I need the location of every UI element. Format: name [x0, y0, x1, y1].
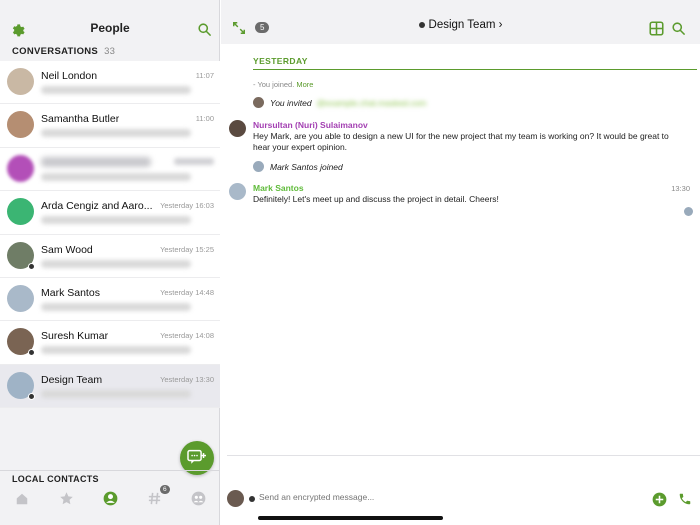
conversation-row[interactable]: Suresh Kumar Yesterday 14:08: [0, 321, 220, 365]
encryption-dot-icon: [418, 21, 425, 28]
message-time: 13:30: [671, 184, 690, 193]
system-joined-message: - You joined. More: [253, 80, 313, 89]
presence-dot-icon: [28, 262, 35, 270]
home-indicator[interactable]: [258, 516, 443, 520]
presence-dot-icon: [28, 349, 35, 357]
phone-icon[interactable]: [677, 491, 693, 507]
conversation-name: Mark Santos: [41, 286, 100, 299]
people-title: People: [90, 21, 130, 35]
tab-favorites[interactable]: [44, 486, 88, 516]
chevron-right-icon: ›: [498, 19, 503, 31]
conversation-row[interactable]: Samantha Butler 11:00: [0, 104, 220, 148]
message-sender[interactable]: Mark Santos: [253, 183, 304, 193]
read-receipt-avatar: [684, 207, 693, 216]
avatar[interactable]: [229, 183, 246, 200]
tab-people[interactable]: [88, 486, 132, 516]
person-circle-icon: [103, 491, 118, 511]
conversation-time: Yesterday 14:48: [160, 287, 214, 297]
conversation-name: Neil London: [41, 70, 98, 82]
tab-home[interactable]: [0, 486, 44, 516]
conversation-name: [41, 156, 151, 167]
channels-badge: 6: [160, 485, 170, 494]
avatar: [7, 68, 34, 95]
message-text: Hey Mark, are you able to design a new U…: [253, 131, 669, 152]
home-icon: [15, 492, 29, 511]
grid-icon[interactable]: [648, 20, 664, 36]
message-sender[interactable]: Nursultan (Nuri) Sulaimanov: [253, 120, 368, 130]
tab-groups[interactable]: [176, 486, 220, 516]
chat-panel: 5 Design Team › YESTERDAY - You joined. …: [221, 0, 700, 525]
conversation-name: Arda Cengiz and Aaro...: [41, 200, 153, 213]
conversation-name: Sam Wood: [41, 243, 93, 256]
chat-search-icon[interactable]: [670, 20, 686, 36]
avatar: [253, 97, 264, 108]
message-preview-redacted: [41, 259, 191, 268]
date-separator: YESTERDAY: [253, 56, 697, 70]
conversation-time: Yesterday 16:03: [160, 201, 214, 211]
invite-message: You invited @example.chat.masked.com: [253, 97, 426, 108]
people-header: People: [0, 0, 220, 44]
conversation-row[interactable]: [0, 147, 220, 192]
member-joined-message: Mark Santos joined: [253, 161, 343, 172]
invited-email-redacted: @example.chat.masked.com: [316, 97, 427, 108]
star-icon: [59, 491, 74, 511]
avatar: [253, 161, 264, 172]
conversation-time: Yesterday 14:08: [160, 331, 214, 341]
conversation-time: 11:07: [195, 71, 214, 80]
conversation-list: Neil London 11:07 Samantha Butler 11:00 Arda…: [0, 61, 220, 409]
conversation-row[interactable]: Mark Santos Yesterday 14:48: [0, 277, 220, 322]
message-preview-redacted: [41, 346, 191, 355]
message-text: Definitely! Let's meet up and discuss th…: [253, 194, 499, 204]
conversations-count: 33: [104, 46, 116, 57]
conversation-row[interactable]: Neil London 11:07: [0, 61, 220, 105]
more-link[interactable]: More: [296, 80, 313, 89]
conversation-row[interactable]: Sam Wood Yesterday 15:25: [0, 234, 220, 278]
message-composer: [221, 486, 700, 512]
message-preview-redacted: [41, 389, 191, 398]
bottom-tab-bar: 6: [0, 485, 220, 516]
invite-text: You invited: [270, 97, 312, 108]
chat-title[interactable]: Design Team ›: [221, 19, 700, 31]
message-input[interactable]: [259, 492, 639, 502]
composer-divider: [227, 455, 700, 456]
avatar: [7, 111, 34, 139]
chat-header: 5 Design Team ›: [221, 0, 700, 44]
conversation-time: Yesterday 15:25: [160, 244, 214, 254]
avatar: [7, 154, 34, 182]
conversations-label: CONVERSATIONS: [12, 46, 99, 57]
message-preview-redacted: [41, 86, 191, 94]
local-contacts-header: LOCAL CONTACTS: [0, 470, 220, 484]
avatar[interactable]: [229, 120, 246, 137]
system-joined-text: - You joined.: [253, 80, 295, 89]
conversations-header: CONVERSATIONS 33: [12, 46, 115, 57]
avatar[interactable]: [227, 490, 244, 507]
message-preview-redacted: [41, 129, 191, 138]
conversation-name: Suresh Kumar: [41, 330, 109, 343]
avatar: [7, 198, 34, 226]
group-icon: [191, 491, 206, 511]
conversation-name: Samantha Butler: [41, 113, 120, 126]
search-icon[interactable]: [195, 20, 213, 38]
conversation-row[interactable]: Arda Cengiz and Aaro... Yesterday 16:03: [0, 191, 220, 235]
conversation-time: 11:00: [195, 114, 214, 124]
message-preview-redacted: [41, 216, 191, 225]
message-preview-redacted: [41, 302, 191, 311]
message-preview-redacted: [41, 172, 191, 181]
presence-dot-icon: [28, 392, 35, 400]
tab-channels[interactable]: 6: [132, 485, 176, 516]
chat-title-label: Design Team: [428, 19, 496, 31]
hashtag-icon: [147, 491, 162, 511]
people-panel: People CONVERSATIONS 33 Neil London 11:07 S…: [0, 0, 220, 525]
joined-text: Mark Santos joined: [270, 161, 343, 172]
avatar: [7, 284, 34, 312]
conversation-time: Yesterday 13:30: [160, 374, 214, 384]
conversation-time: [174, 157, 214, 165]
add-attachment-button[interactable]: [651, 491, 667, 507]
conversation-row[interactable]: Design Team Yesterday 13:30: [0, 364, 220, 409]
encryption-dot-icon: [249, 496, 255, 502]
conversation-name: Design Team: [41, 373, 103, 386]
